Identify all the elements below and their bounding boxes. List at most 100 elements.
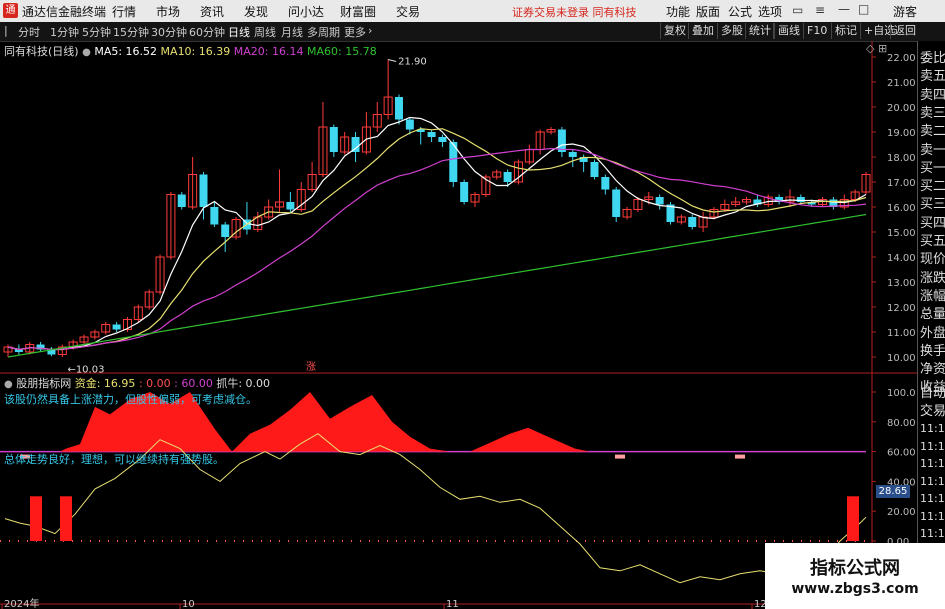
btn-overlay[interactable]: 叠加 xyxy=(688,23,717,39)
period-tab-5min[interactable]: 5分钟 xyxy=(82,24,111,40)
candle-body xyxy=(688,217,697,227)
menu-item-discover[interactable]: 发现 xyxy=(244,3,268,20)
watermark-title: 指标公式网 xyxy=(810,558,900,579)
side-panel-item: 11:12 xyxy=(920,527,945,540)
menu-item-layout[interactable]: 版面 xyxy=(696,3,720,20)
menu-item-wealth[interactable]: 财富圈 xyxy=(340,3,376,20)
period-tab-monthly[interactable]: 月线 xyxy=(281,24,303,40)
menu-item-options[interactable]: 选项 xyxy=(758,3,782,20)
side-panel-item: 外盘 xyxy=(920,325,945,341)
price-tick-label: 10.00 xyxy=(887,353,916,364)
menu-item-formula[interactable]: 公式 xyxy=(728,3,752,20)
chart-options-icon[interactable]: ◇ ⊞ xyxy=(866,42,887,55)
period-tab-more[interactable]: 更多 xyxy=(344,24,366,40)
btn-stats[interactable]: 统计 xyxy=(745,23,774,39)
menu-item-markets[interactable]: 市场 xyxy=(156,3,180,20)
watermark: 指标公式网 www.zbgs3.com xyxy=(765,543,945,609)
period-tab-minute[interactable]: 分时 xyxy=(18,24,40,40)
indicator-grab: 抓牛: 0.00 xyxy=(216,377,271,390)
btn-adjust[interactable]: 复权 xyxy=(660,23,689,39)
period-toolbar: | 分时 1分钟 5分钟 15分钟 30分钟 60分钟 日线 周线 月线 多周期… xyxy=(0,22,945,42)
chevron-right-icon[interactable]: › xyxy=(368,24,372,37)
indicator-advice-2: 总体走势良好，理想，可以继续持有强势股。 xyxy=(4,453,224,466)
settings-icon[interactable]: ● xyxy=(82,47,91,58)
price-tick-label: 21.00 xyxy=(887,78,916,89)
indicator-capital: 资金: 16.95 xyxy=(74,377,136,390)
side-panel-item: 自动 xyxy=(920,386,945,401)
candle-body xyxy=(329,127,338,152)
indicator-name: 股朋指标网 xyxy=(16,377,72,390)
menu-item-ask[interactable]: 问小达 xyxy=(288,3,324,20)
period-tab-weekly[interactable]: 周线 xyxy=(254,24,276,40)
price-tick-label: 19.00 xyxy=(887,128,916,139)
signal-bar xyxy=(30,496,42,541)
settings-icon[interactable]: ● xyxy=(4,379,13,390)
candle-body xyxy=(177,194,186,207)
menu-item-trade[interactable]: 交易 xyxy=(396,3,420,20)
candle-body xyxy=(112,324,121,330)
candle-body xyxy=(427,132,436,137)
watermark-url: www.zbgs3.com xyxy=(791,581,919,597)
btn-back[interactable]: 返回 xyxy=(890,23,919,39)
side-panel-item: 净资 xyxy=(920,362,945,378)
menu-icon[interactable]: ≡ xyxy=(815,3,825,17)
side-panel-item: 买五 xyxy=(920,234,945,249)
side-panel-item: 11:12 xyxy=(920,439,945,453)
ma10-value: MA10: 16.39 xyxy=(160,45,231,58)
price-tick-label: 20.00 xyxy=(887,103,916,114)
price-tick-label: 17.00 xyxy=(887,178,916,189)
period-tab-1min[interactable]: 1分钟 xyxy=(50,24,79,40)
small-mark xyxy=(615,454,625,459)
side-panel-item: 卖五 xyxy=(920,69,945,85)
candle-body xyxy=(221,224,230,237)
btn-draw[interactable]: 画线 xyxy=(774,23,803,39)
side-panel-item: 11:12 xyxy=(920,457,945,470)
high-arrow xyxy=(388,59,397,62)
menu-toggle-icon[interactable]: | xyxy=(4,24,8,37)
period-tab-multi[interactable]: 多周期 xyxy=(307,24,340,40)
side-panel-item: 买三 xyxy=(920,197,945,213)
menu-item-function[interactable]: 功能 xyxy=(666,3,690,20)
side-panel-item: 涨跌 xyxy=(920,270,945,286)
ind-tick-label: 100.0 xyxy=(887,388,916,399)
side-panel-item: 总量 xyxy=(920,307,945,323)
period-tab-daily[interactable]: 日线 xyxy=(228,24,250,40)
candle-body xyxy=(601,177,610,190)
candle-body xyxy=(503,172,512,182)
period-tab-30min[interactable]: 30分钟 xyxy=(151,24,187,40)
indicator-v1: : 0.00 xyxy=(138,377,171,390)
date-tick-label: 11 xyxy=(446,599,459,609)
candle-body xyxy=(438,137,447,142)
period-tab-15min[interactable]: 15分钟 xyxy=(113,24,149,40)
side-panel-item: 涨幅 xyxy=(920,288,945,304)
btn-multi-stock[interactable]: 多股 xyxy=(717,23,746,39)
candle-body xyxy=(210,207,219,225)
quote-side-panel: 委比 卖五 卖四 卖三 卖二 卖一 买一 买二 买三 买四 买五 现价 涨跌 涨幅 总量 外盘 换手 净资 收益 自动… xyxy=(917,41,945,609)
candle-body xyxy=(460,182,469,202)
btn-mark[interactable]: 标记 xyxy=(831,23,860,39)
window-minimize-icon[interactable]: — xyxy=(838,2,850,16)
low-price-label: ←10.03 xyxy=(67,364,104,375)
minimize-icon[interactable]: ▭ xyxy=(792,3,803,17)
date-tick-label: 10 xyxy=(182,599,195,609)
window-maximize-icon[interactable]: □ xyxy=(858,2,869,16)
ind-tick-label: 80.00 xyxy=(887,418,916,429)
candle-body xyxy=(286,202,295,210)
indicator-advice-1: 该股仍然具备上涨潜力，但股性偏弱，可考虑减仓。 xyxy=(4,393,257,406)
login-notice[interactable]: 证券交易未登录 同有科技 xyxy=(512,4,637,20)
side-panel-item: 卖一 xyxy=(920,142,945,158)
menu-item-market[interactable]: 行情 xyxy=(112,3,136,20)
side-panel-item: 换手 xyxy=(920,343,945,359)
period-tab-60min[interactable]: 60分钟 xyxy=(189,24,225,40)
candle-body xyxy=(612,189,621,217)
btn-f10[interactable]: F10 xyxy=(803,23,830,39)
menu-item-news[interactable]: 资讯 xyxy=(200,3,224,20)
user-label[interactable]: 游客 xyxy=(893,3,917,20)
side-panel-item: 11:12 xyxy=(920,492,945,505)
indicator-v2: : 60.00 xyxy=(174,377,213,390)
price-tick-label: 11.00 xyxy=(887,328,916,339)
kline-chart[interactable]: 21.90 ←10.03 涨 22.00 21.00 20.00 19.00 18.00 17… xyxy=(0,41,917,609)
price-tick-label: 15.00 xyxy=(887,228,916,239)
side-panel-item: 买一 xyxy=(920,160,945,176)
side-panel-item: 交易 xyxy=(920,404,945,419)
